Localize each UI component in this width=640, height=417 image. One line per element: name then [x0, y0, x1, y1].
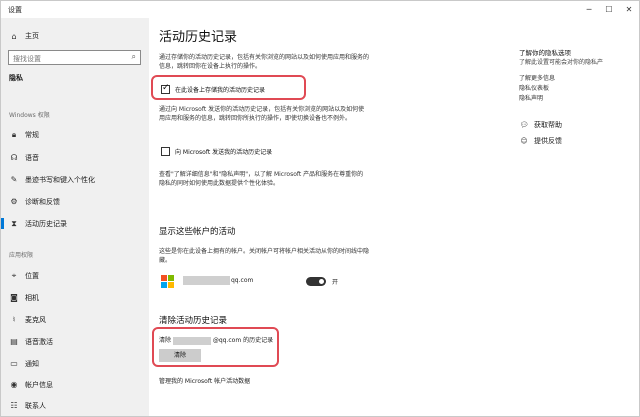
- link-privacy-statement[interactable]: 隐私声明: [519, 93, 543, 102]
- toggle-label: 开: [332, 279, 339, 286]
- sidebar-item-label: 相机: [25, 293, 39, 302]
- accounts-description: 这些是你在此设备上拥有的帐户。关闭帐户可将帐户相关活动从你的时间线中隐藏。: [159, 248, 370, 264]
- microphone-icon: ♮: [12, 315, 16, 324]
- group-windows-permissions: Windows 权限: [9, 112, 50, 119]
- camera-icon: ◙: [10, 293, 18, 302]
- group-app-permissions: 应用权限: [9, 252, 34, 259]
- sidebar: ⌂ 主页 搜找设置 ⌕ 隐私 Windows 权限 🔒︎ 常规 ☊ 语音 ✎ 墨…: [1, 18, 149, 416]
- account-row: qq.com 开: [161, 273, 361, 291]
- close-icon[interactable]: ✕: [619, 1, 639, 18]
- redacted-email: [183, 276, 230, 285]
- page-title: 活动历史记录: [159, 30, 238, 45]
- feedback-icon: ☺: [520, 137, 528, 145]
- link-privacy-dashboard[interactable]: 隐私仪表板: [519, 83, 549, 92]
- contacts-icon: ☷: [10, 401, 18, 410]
- sidebar-item-label: 活动历史记录: [25, 219, 67, 228]
- sidebar-item-label: 诊断和反馈: [25, 197, 60, 206]
- sidebar-item-general[interactable]: 🔒︎ 常规: [9, 128, 147, 141]
- sidebar-item-label: 语音激活: [25, 337, 53, 346]
- window-title: 设置: [8, 6, 22, 14]
- sidebar-item-label: 常规: [25, 130, 39, 139]
- pen-icon: ✎: [10, 175, 18, 184]
- sidebar-item-diagnostics[interactable]: ⚙ 诊断和反馈: [9, 195, 147, 208]
- sidebar-item-camera[interactable]: ◙ 相机: [9, 291, 147, 304]
- sidebar-item-notifications[interactable]: ▭ 通知: [9, 357, 147, 370]
- description-privacy: 查看"了解详细信息"和"隐私声明"，以了解 Microsoft 产品和服务在尊重…: [159, 171, 364, 187]
- sidebar-item-home[interactable]: ⌂ 主页: [9, 30, 39, 42]
- location-icon: ⌖: [11, 270, 17, 280]
- manage-activity-link[interactable]: 管理我的 Microsoft 帐户活动数据: [159, 376, 250, 385]
- voice-activation-icon: ▤: [10, 337, 18, 346]
- account-info-icon: ◉: [10, 380, 18, 389]
- home-icon: ⌂: [11, 31, 17, 41]
- sidebar-item-label: 主页: [25, 32, 39, 40]
- checkbox-unchecked-icon[interactable]: [161, 146, 170, 156]
- sidebar-item-voice-activation[interactable]: ▤ 语音激活: [9, 335, 147, 348]
- sidebar-item-inking[interactable]: ✎ 墨迹书写和键入个性化: [9, 173, 147, 186]
- related-title: 了解你的隐私选项: [519, 49, 571, 57]
- microsoft-logo-icon: [161, 275, 175, 289]
- get-help-link[interactable]: 💬︎ 获取帮助: [519, 120, 562, 130]
- sidebar-item-label: 语音: [25, 153, 39, 162]
- feedback-label: 提供反馈: [534, 137, 562, 145]
- highlight-box: [152, 327, 279, 367]
- minimize-icon[interactable]: ─: [579, 1, 599, 18]
- lock-icon: 🔒︎: [11, 129, 17, 139]
- sidebar-item-speech[interactable]: ☊ 语音: [9, 151, 147, 164]
- description-send: 通过向 Microsoft 发送你的活动历史记录，包括有关你浏览的网站以及如何使…: [159, 106, 365, 122]
- speech-icon: ☊: [10, 153, 18, 162]
- search-input[interactable]: 搜找设置 ⌕: [8, 50, 141, 65]
- get-help-label: 获取帮助: [534, 121, 562, 129]
- main-content: 活动历史记录 通过存储你的活动历史记录，包括有关你浏览的网站以及如何使用应用和服…: [149, 18, 507, 416]
- account-toggle[interactable]: [306, 277, 326, 286]
- link-learn-more[interactable]: 了解更多信息: [519, 73, 555, 82]
- diagnostics-icon: ⚙: [10, 197, 18, 206]
- title-bar: 设置 ─ ☐ ✕: [1, 1, 639, 18]
- sidebar-item-label: 帐户信息: [25, 380, 53, 389]
- sidebar-item-label: 联系人: [25, 401, 46, 410]
- sidebar-item-label: 墨迹书写和键入个性化: [25, 175, 95, 184]
- checkbox-send-history[interactable]: 向 Microsoft 发送我的活动历史记录: [161, 146, 272, 156]
- search-placeholder: 搜找设置: [13, 55, 41, 63]
- sidebar-item-activity-history[interactable]: ⧗ 活动历史记录: [1, 217, 147, 230]
- checkbox-label: 向 Microsoft 发送我的活动历史记录: [175, 148, 273, 156]
- feedback-link[interactable]: ☺ 提供反馈: [519, 136, 562, 146]
- related-subtitle: 了解此设置可能会对你的隐私产: [519, 59, 604, 66]
- sidebar-item-label: 通知: [25, 359, 39, 368]
- help-chat-icon: 💬︎: [519, 121, 529, 129]
- account-email: qq.com: [231, 277, 254, 284]
- category-title: 隐私: [9, 74, 23, 82]
- description-store: 通过存储你的活动历史记录，包括有关你浏览的网站以及如何使用应用和服务的信息，跳转…: [159, 54, 370, 70]
- section-title-accounts: 显示这些帐户的活动: [159, 227, 236, 237]
- section-title-clear: 清除活动历史记录: [159, 316, 228, 326]
- sidebar-item-label: 位置: [25, 271, 39, 280]
- sidebar-item-contacts[interactable]: ☷ 联系人: [9, 399, 147, 412]
- sidebar-item-account-info[interactable]: ◉ 帐户信息: [9, 378, 147, 391]
- search-icon: ⌕: [131, 52, 136, 61]
- related-panel: 了解你的隐私选项 了解此设置可能会对你的隐私产 了解更多信息 隐私仪表板 隐私声…: [507, 18, 639, 416]
- history-icon: ⧗: [11, 218, 17, 228]
- sidebar-item-microphone[interactable]: ♮ 麦克风: [9, 313, 147, 326]
- settings-window: 设置 ─ ☐ ✕ ⌂ 主页 搜找设置 ⌕ 隐私 Windows 权限 🔒︎ 常规…: [0, 0, 640, 417]
- sidebar-item-location[interactable]: ⌖ 位置: [9, 269, 147, 282]
- sidebar-item-label: 麦克风: [25, 315, 46, 324]
- maximize-icon[interactable]: ☐: [599, 1, 619, 18]
- notification-icon: ▭: [10, 359, 18, 368]
- highlight-box: [151, 75, 306, 100]
